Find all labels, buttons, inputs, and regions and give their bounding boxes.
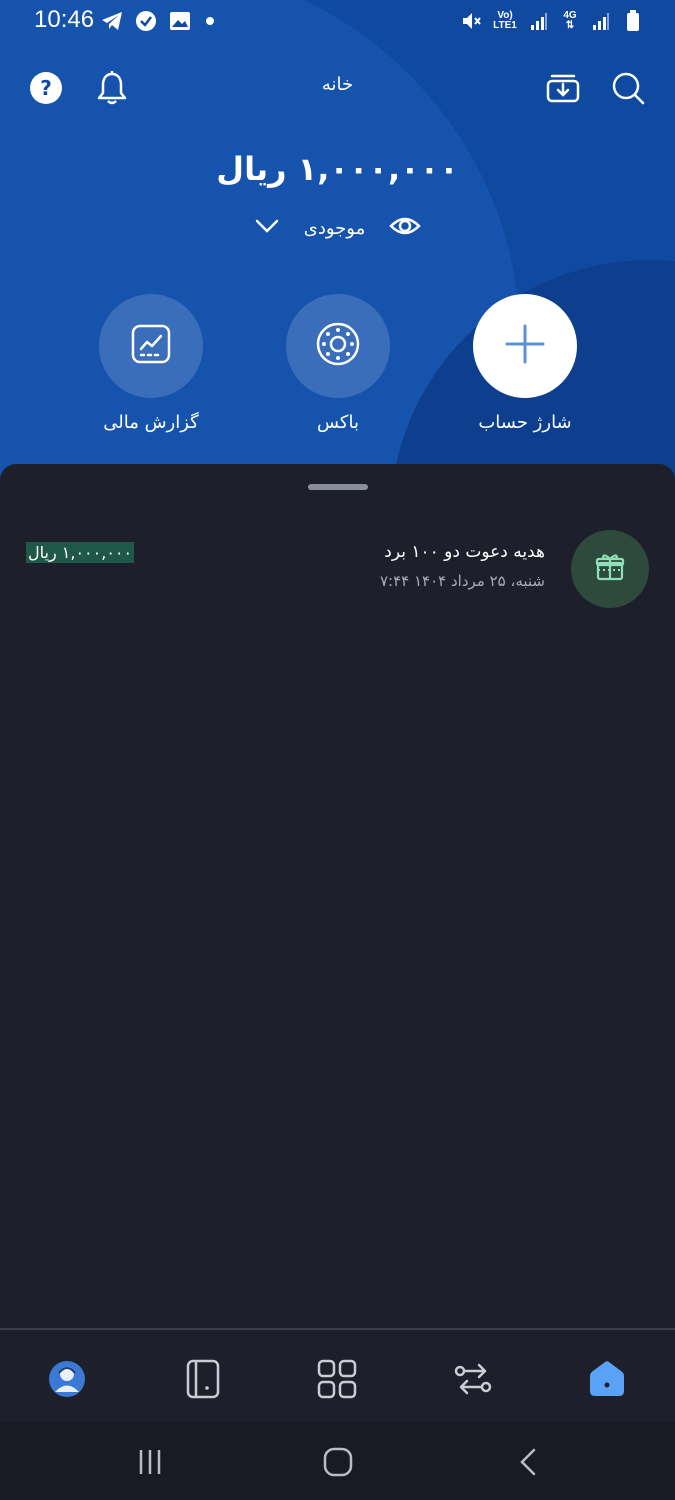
status-time: 10:46 <box>34 6 95 33</box>
verified-shield-icon <box>134 9 158 33</box>
lte-label: LTE1 <box>493 20 517 31</box>
4g-icon: 4G ⇅ <box>559 9 581 33</box>
transfer-icon[interactable] <box>448 1354 498 1404</box>
chevron-down-icon[interactable] <box>254 217 280 240</box>
profile-icon[interactable] <box>42 1354 92 1404</box>
wallet-download-icon[interactable] <box>543 68 583 108</box>
action-financial-report[interactable]: گزارش مالی <box>61 294 241 433</box>
eye-icon[interactable] <box>389 214 422 243</box>
action-box-label: باکس <box>316 412 359 433</box>
gallery-icon <box>168 9 192 33</box>
mute-icon <box>459 9 483 33</box>
screen: 10:46 Vo) LTE1 4G ⇅ ? خانه ۱,۰۰۰,۰۰۰ ریا… <box>0 0 675 1500</box>
battery-icon <box>621 9 645 33</box>
status-bar: 10:46 Vo) LTE1 4G ⇅ <box>0 0 675 44</box>
gift-icon <box>594 551 626 587</box>
balance-label: موجودی <box>303 218 366 239</box>
notification-dot <box>206 17 214 25</box>
action-charge-circle[interactable] <box>473 294 577 398</box>
system-back-button[interactable] <box>508 1442 548 1482</box>
telegram-icon <box>100 9 124 33</box>
recent-apps-button[interactable] <box>130 1442 170 1482</box>
transaction-row[interactable]: هدیه دعوت دو ۱۰۰ برد شنبه، ۲۵ مرداد ۱۴۰۴… <box>0 530 675 610</box>
transaction-title: هدیه دعوت دو ۱۰۰ برد <box>384 542 545 562</box>
action-report-circle[interactable] <box>99 294 203 398</box>
volte-lte-icon: Vo) LTE1 <box>491 9 519 33</box>
4g-arrows: ⇅ <box>565 20 575 31</box>
status-right-icons: Vo) LTE1 4G ⇅ <box>459 9 645 33</box>
bottom-nav <box>0 1328 675 1424</box>
card-icon[interactable] <box>178 1354 228 1404</box>
system-nav-bar <box>0 1422 675 1500</box>
search-icon[interactable] <box>608 68 648 108</box>
chart-icon <box>130 323 172 369</box>
action-box[interactable]: باکس <box>248 294 428 433</box>
sheet-handle[interactable] <box>308 484 368 490</box>
action-report-label: گزارش مالی <box>103 412 199 433</box>
signal-icon <box>527 9 551 33</box>
home-icon[interactable] <box>582 1354 632 1404</box>
transaction-date: شنبه، ۲۵ مرداد ۱۴۰۴ ۷:۴۴ <box>379 572 545 590</box>
box-icon <box>315 321 361 371</box>
apps-icon[interactable] <box>312 1354 362 1404</box>
signal-icon-2 <box>589 9 613 33</box>
transaction-amount: ۱,۰۰۰,۰۰۰ ریال <box>26 542 135 563</box>
transaction-icon-circle <box>571 530 649 608</box>
action-charge-account[interactable]: شارژ حساب <box>435 294 615 433</box>
balance-row: موجودی <box>0 214 675 243</box>
balance-amount: ۱,۰۰۰,۰۰۰ ریال <box>216 150 459 188</box>
action-box-circle[interactable] <box>286 294 390 398</box>
system-home-button[interactable] <box>318 1442 358 1482</box>
plus-icon <box>503 322 547 370</box>
action-charge-label: شارژ حساب <box>478 412 572 433</box>
transactions-sheet: هدیه دعوت دو ۱۰۰ برد شنبه، ۲۵ مرداد ۱۴۰۴… <box>0 464 675 1330</box>
status-left-icons <box>100 9 214 33</box>
